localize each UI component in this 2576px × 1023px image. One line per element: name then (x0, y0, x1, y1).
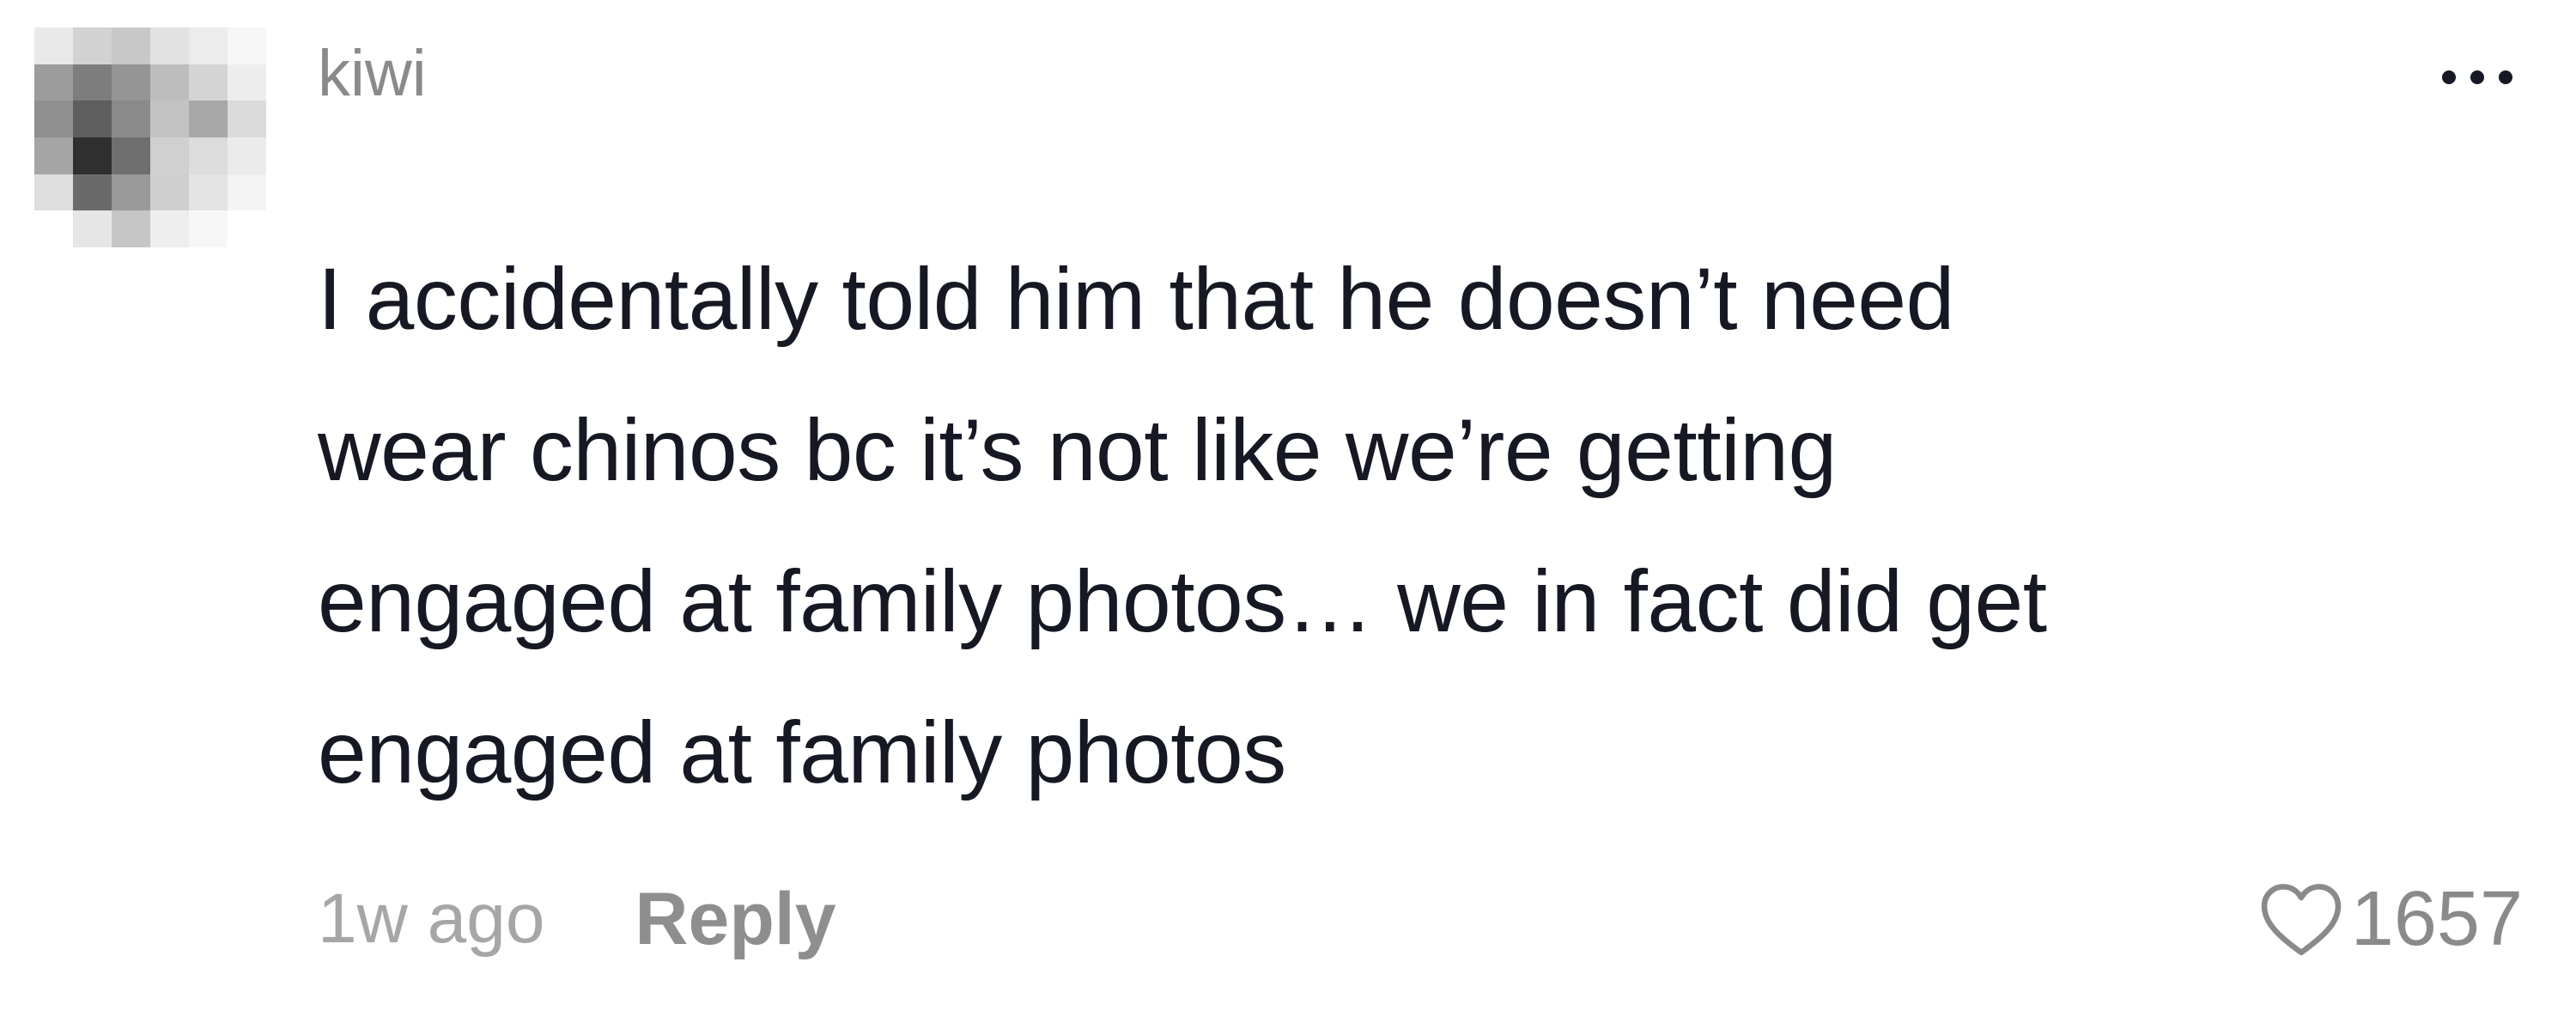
avatar-pixel (189, 27, 228, 64)
avatar-pixel (112, 100, 150, 137)
comment-username[interactable]: kiwi (318, 41, 427, 107)
avatar-pixel (112, 210, 150, 247)
avatar[interactable] (34, 27, 266, 247)
avatar-pixel (150, 100, 189, 137)
avatar-pixel (150, 210, 189, 247)
avatar-pixel (228, 27, 266, 64)
avatar-pixel (150, 137, 189, 174)
comment-text: I accidentally told him that he doesn’t … (318, 250, 2047, 801)
avatar-pixel (189, 174, 228, 211)
avatar-pixel (73, 100, 112, 137)
like-button[interactable]: 1657 (2258, 876, 2523, 962)
comment-footer: 1w ago Reply (318, 876, 836, 962)
avatar-pixel (112, 27, 150, 64)
avatar-pixel (189, 210, 228, 247)
reply-button[interactable]: Reply (635, 877, 835, 962)
avatar-pixel (34, 64, 73, 101)
avatar-pixel (228, 210, 266, 247)
avatar-pixel (189, 100, 228, 137)
heart-outline-icon (2261, 884, 2342, 956)
avatar-pixel (112, 137, 150, 174)
avatar-pixel (189, 137, 228, 174)
comment-item: kiwi I accidentally told him that he doe… (0, 0, 2576, 1023)
comment-timestamp: 1w ago (318, 880, 545, 958)
avatar-pixel (150, 27, 189, 64)
avatar-pixel (73, 27, 112, 64)
avatar-pixel (34, 100, 73, 137)
avatar-pixel (228, 64, 266, 101)
avatar-pixel (112, 64, 150, 101)
more-options-button[interactable] (2430, 52, 2524, 103)
more-horizontal-icon (2442, 70, 2512, 84)
avatar-pixel (34, 27, 73, 64)
avatar-pixel (228, 100, 266, 137)
avatar-pixel (150, 64, 189, 101)
avatar-pixel (228, 137, 266, 174)
avatar-pixel (34, 174, 73, 211)
avatar-pixel (73, 137, 112, 174)
avatar-pixel (228, 174, 266, 211)
avatar-pixel (34, 210, 73, 247)
avatar-pixel (150, 174, 189, 211)
avatar-pixel (34, 137, 73, 174)
avatar-pixel (73, 174, 112, 211)
avatar-pixel (112, 174, 150, 211)
avatar-pixel (189, 64, 228, 101)
avatar-pixel (73, 64, 112, 101)
avatar-pixel (73, 210, 112, 247)
like-count: 1657 (2350, 875, 2523, 962)
